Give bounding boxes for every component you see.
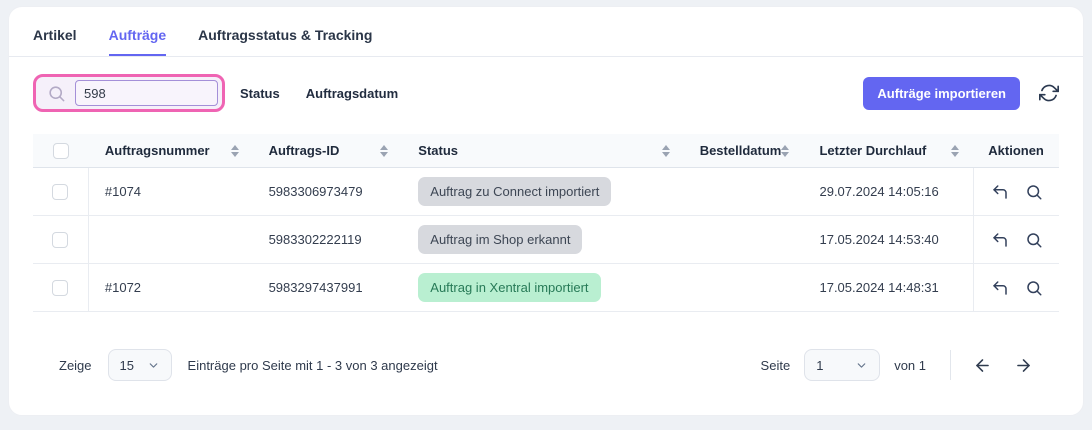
letzter-durchlauf-cell: 17.05.2024 14:53:40 bbox=[803, 232, 973, 247]
status-cell: Auftrag zu Connect importiert bbox=[402, 177, 683, 206]
chevron-down-icon bbox=[147, 359, 160, 372]
aktionen-cell bbox=[973, 216, 1059, 263]
sort-icon[interactable] bbox=[951, 145, 959, 157]
auftrags-id-cell: 5983306973479 bbox=[253, 184, 403, 199]
row-checkbox[interactable] bbox=[52, 280, 68, 296]
column-header-auftrags-id[interactable]: Auftrags-ID bbox=[253, 143, 403, 158]
previous-page-button[interactable] bbox=[973, 356, 992, 375]
magnifier-icon bbox=[1025, 183, 1043, 201]
arrow-right-icon bbox=[1014, 356, 1033, 375]
column-label: Auftragsnummer bbox=[105, 143, 210, 158]
tab-bar: Artikel Aufträge Auftragsstatus & Tracki… bbox=[9, 7, 1083, 57]
search-icon bbox=[47, 84, 66, 103]
page-size-select[interactable]: 15 bbox=[108, 349, 172, 381]
next-page-button[interactable] bbox=[1014, 356, 1033, 375]
refresh-icon bbox=[1039, 83, 1059, 103]
sort-icon[interactable] bbox=[662, 145, 670, 157]
magnifier-icon bbox=[1025, 279, 1043, 297]
aktionen-cell bbox=[973, 264, 1059, 311]
column-header-bestelldatum[interactable]: Bestelldatum bbox=[684, 143, 804, 158]
pager: Seite 1 von 1 bbox=[761, 349, 1033, 381]
table-row: #1074 5983306973479 Auftrag zu Connect i… bbox=[33, 168, 1059, 216]
column-header-letzter-durchlauf[interactable]: Letzter Durchlauf bbox=[803, 143, 973, 158]
pagination-bar: Zeige 15 Einträge pro Seite mit 1 - 3 vo… bbox=[33, 349, 1059, 381]
entries-summary: Einträge pro Seite mit 1 - 3 von 3 angez… bbox=[188, 358, 438, 373]
auftrags-id-cell: 5983297437991 bbox=[253, 280, 403, 295]
seite-label: Seite bbox=[761, 358, 791, 373]
column-label: Bestelldatum bbox=[700, 143, 782, 158]
auftragsnummer-cell: #1072 bbox=[89, 280, 253, 295]
row-checkbox[interactable] bbox=[52, 184, 68, 200]
chevron-down-icon bbox=[855, 359, 868, 372]
row-select-cell bbox=[33, 216, 89, 263]
resync-order-button[interactable] bbox=[991, 231, 1009, 249]
auftragsnummer-cell: #1074 bbox=[89, 184, 253, 199]
status-cell: Auftrag im Shop erkannt bbox=[402, 225, 683, 254]
arrow-left-icon bbox=[973, 356, 992, 375]
column-header-status[interactable]: Status bbox=[402, 143, 683, 158]
undo-icon bbox=[991, 183, 1009, 201]
filter-status[interactable]: Status bbox=[240, 86, 280, 101]
table-row: #1072 5983297437991 Auftrag in Xentral i… bbox=[33, 264, 1059, 312]
view-order-button[interactable] bbox=[1025, 183, 1043, 201]
resync-order-button[interactable] bbox=[991, 279, 1009, 297]
import-orders-button[interactable]: Aufträge importieren bbox=[863, 77, 1020, 110]
auftrags-id-cell: 5983302222119 bbox=[253, 232, 403, 247]
column-label: Status bbox=[418, 143, 458, 158]
refresh-button[interactable] bbox=[1039, 83, 1059, 103]
column-label: Auftrags-ID bbox=[269, 143, 340, 158]
filter-group: Status Auftragsdatum bbox=[240, 86, 398, 101]
column-label: Letzter Durchlauf bbox=[819, 143, 926, 158]
select-all-cell bbox=[33, 143, 89, 159]
magnifier-icon bbox=[1025, 231, 1043, 249]
status-cell: Auftrag in Xentral importiert bbox=[402, 273, 683, 302]
sort-icon[interactable] bbox=[231, 145, 239, 157]
row-checkbox[interactable] bbox=[52, 232, 68, 248]
column-header-aktionen: Aktionen bbox=[973, 143, 1059, 158]
tab-artikel[interactable]: Artikel bbox=[33, 27, 77, 56]
divider bbox=[950, 350, 951, 380]
column-header-auftragsnummer[interactable]: Auftragsnummer bbox=[89, 143, 253, 158]
status-badge: Auftrag zu Connect importiert bbox=[418, 177, 611, 206]
search-box[interactable] bbox=[33, 74, 225, 112]
page-value: 1 bbox=[816, 358, 823, 373]
sort-icon[interactable] bbox=[781, 145, 789, 157]
status-badge: Auftrag in Xentral importiert bbox=[418, 273, 600, 302]
page-size-value: 15 bbox=[120, 358, 134, 373]
tab-auftragsstatus-tracking[interactable]: Auftragsstatus & Tracking bbox=[198, 27, 372, 56]
select-all-checkbox[interactable] bbox=[53, 143, 69, 159]
page-count-label: von 1 bbox=[894, 358, 926, 373]
row-select-cell bbox=[33, 264, 89, 311]
page-select[interactable]: 1 bbox=[804, 349, 880, 381]
orders-table: Auftragsnummer Auftrags-ID Status Bestel… bbox=[33, 134, 1059, 312]
letzter-durchlauf-cell: 29.07.2024 14:05:16 bbox=[803, 184, 973, 199]
row-select-cell bbox=[33, 168, 89, 215]
orders-panel: Artikel Aufträge Auftragsstatus & Tracki… bbox=[8, 6, 1084, 416]
resync-order-button[interactable] bbox=[991, 183, 1009, 201]
toolbar: Status Auftragsdatum Aufträge importiere… bbox=[9, 57, 1083, 113]
search-input[interactable] bbox=[75, 80, 218, 106]
letzter-durchlauf-cell: 17.05.2024 14:48:31 bbox=[803, 280, 973, 295]
table-row: 5983302222119 Auftrag im Shop erkannt 17… bbox=[33, 216, 1059, 264]
status-badge: Auftrag im Shop erkannt bbox=[418, 225, 582, 254]
aktionen-cell bbox=[973, 168, 1059, 215]
column-label: Aktionen bbox=[988, 143, 1044, 158]
sort-icon[interactable] bbox=[380, 145, 388, 157]
zeige-label: Zeige bbox=[59, 358, 92, 373]
table-header-row: Auftragsnummer Auftrags-ID Status Bestel… bbox=[33, 134, 1059, 168]
view-order-button[interactable] bbox=[1025, 279, 1043, 297]
filter-auftragsdatum[interactable]: Auftragsdatum bbox=[306, 86, 398, 101]
undo-icon bbox=[991, 231, 1009, 249]
view-order-button[interactable] bbox=[1025, 231, 1043, 249]
toolbar-right: Aufträge importieren bbox=[863, 77, 1059, 110]
tab-auftraege[interactable]: Aufträge bbox=[109, 27, 167, 56]
undo-icon bbox=[991, 279, 1009, 297]
